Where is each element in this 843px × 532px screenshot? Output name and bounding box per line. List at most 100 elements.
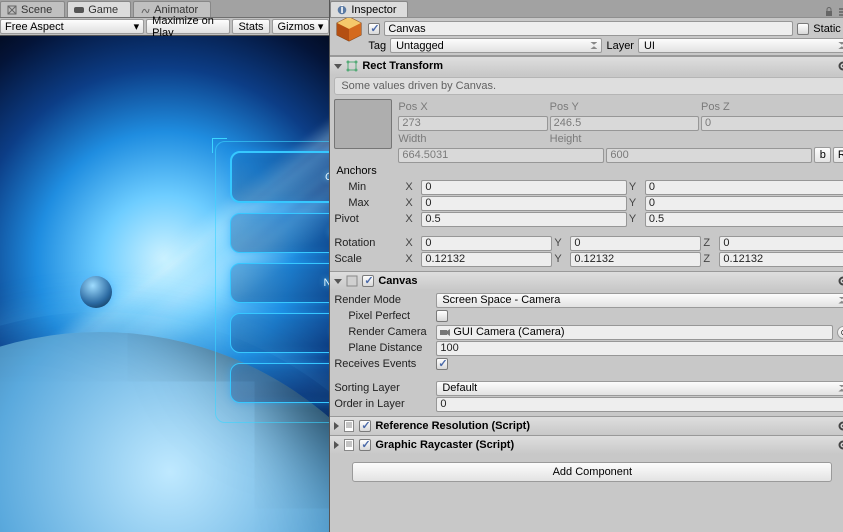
chevron-down-icon: ▾ (134, 20, 140, 33)
pivot-x[interactable] (421, 212, 627, 227)
posy-label: Pos Y (550, 101, 699, 113)
component-header[interactable]: Rect Transform (330, 57, 843, 75)
render-mode-label: Render Mode (334, 294, 434, 306)
gameobject-name-field[interactable] (384, 21, 793, 36)
y-label: Y (554, 237, 568, 249)
static-label: Static (813, 23, 841, 35)
rotation-z[interactable] (719, 236, 843, 251)
canvas-component: Canvas Render ModeScreen Space - Camera … (330, 271, 843, 416)
posx-field[interactable] (398, 116, 547, 131)
render-camera-field[interactable]: GUI Camera (Camera) (436, 325, 833, 340)
x-label: X (405, 213, 419, 225)
pivot-y[interactable] (645, 212, 843, 227)
gear-icon[interactable] (838, 275, 843, 287)
object-picker-icon[interactable]: ⊙ (837, 326, 843, 339)
component-enabled-checkbox[interactable] (362, 275, 374, 287)
gameobject-icon[interactable] (334, 18, 364, 44)
scene-icon (7, 5, 17, 15)
layer-value: UI (644, 40, 655, 52)
anchor-max-y[interactable] (645, 196, 843, 211)
gizmos-toggle[interactable]: Gizmos▾ (272, 19, 330, 34)
gear-icon[interactable] (838, 439, 843, 451)
anchor-min-y[interactable] (645, 180, 843, 195)
animator-icon (140, 5, 150, 15)
component-enabled-checkbox[interactable] (359, 439, 371, 451)
posy-field[interactable] (550, 116, 699, 131)
component-title: Graphic Raycaster (Script) (375, 439, 514, 451)
raw-edit-toggle[interactable]: R (833, 147, 843, 163)
rotation-label: Rotation (334, 237, 403, 249)
x-label: X (405, 253, 419, 265)
sorting-layer-dropdown[interactable]: Default (436, 381, 843, 396)
game-icon (74, 5, 84, 15)
camera-icon (440, 327, 450, 337)
tab-scene[interactable]: Scene (0, 1, 65, 17)
component-header[interactable]: Canvas (330, 272, 843, 290)
tag-label: Tag (368, 40, 386, 52)
stats-toggle[interactable]: Stats (232, 19, 269, 34)
component-title: Canvas (378, 275, 417, 287)
posx-label: Pos X (398, 101, 547, 113)
active-checkbox[interactable] (368, 23, 380, 35)
y-label: Y (629, 181, 643, 193)
component-header[interactable]: Reference Resolution (Script) (330, 417, 843, 435)
script-icon (343, 439, 355, 451)
canvas-icon (346, 275, 358, 287)
rotation-y[interactable] (570, 236, 701, 251)
tab-label: Inspector (351, 4, 396, 16)
anchors-label: Anchors (336, 165, 376, 177)
add-component-button[interactable]: Add Component (352, 462, 832, 482)
pixel-perfect-checkbox[interactable] (436, 310, 448, 322)
game-view: GUI Demo Continue New Game Settings Quit (0, 36, 329, 532)
min-label: Min (348, 181, 403, 193)
layer-dropdown[interactable]: UI (638, 38, 843, 53)
scale-y[interactable] (570, 252, 701, 267)
render-mode-dropdown[interactable]: Screen Space - Camera (436, 293, 843, 308)
reference-resolution-component: Reference Resolution (Script) (330, 416, 843, 435)
order-in-layer-label: Order in Layer (334, 398, 434, 410)
tab-inspector[interactable]: i Inspector (330, 1, 407, 17)
rect-transform-icon (346, 60, 358, 72)
receives-events-label: Receives Events (334, 358, 434, 370)
height-label: Height (550, 133, 699, 145)
maximize-on-play-toggle[interactable]: Maximize on Play (146, 19, 230, 34)
lock-icon[interactable] (824, 7, 834, 17)
tab-label: Game (88, 4, 118, 16)
static-checkbox[interactable] (797, 23, 809, 35)
plane-distance-field[interactable] (436, 341, 843, 356)
component-enabled-checkbox[interactable] (359, 420, 371, 432)
game-menu: GUI Demo Continue New Game Settings Quit (230, 151, 329, 413)
component-header[interactable]: Graphic Raycaster (Script) (330, 436, 843, 454)
posz-label: Pos Z (701, 101, 843, 113)
scale-x[interactable] (421, 252, 552, 267)
tag-dropdown[interactable]: Untagged (390, 38, 602, 53)
rotation-x[interactable] (421, 236, 552, 251)
gizmos-label: Gizmos (278, 21, 315, 33)
height-field[interactable] (606, 148, 812, 163)
z-label: Z (703, 253, 717, 265)
posz-field[interactable] (701, 116, 843, 131)
tab-game[interactable]: Game (67, 1, 131, 17)
anchor-min-x[interactable] (421, 180, 627, 195)
maximize-label: Maximize on Play (152, 15, 224, 39)
x-label: X (405, 181, 419, 193)
aspect-dropdown[interactable]: Free Aspect ▾ (0, 19, 144, 34)
panel-menu-icon[interactable] (838, 7, 843, 17)
width-field[interactable] (398, 148, 604, 163)
scale-z[interactable] (719, 252, 843, 267)
z-label: Z (703, 237, 717, 249)
gear-icon[interactable] (838, 60, 843, 72)
receives-events-checkbox[interactable] (436, 358, 448, 370)
gameobject-header: Static ▾ Tag Untagged Layer UI (330, 18, 843, 56)
order-in-layer-field[interactable] (436, 397, 843, 412)
anchor-max-x[interactable] (421, 196, 627, 211)
info-message: Some values driven by Canvas. (334, 77, 843, 95)
anchor-preset-button[interactable] (334, 99, 392, 149)
aspect-value: Free Aspect (5, 21, 64, 33)
game-toolbar: Free Aspect ▾ Maximize on Play Stats Giz… (0, 18, 329, 36)
blueprint-toggle[interactable]: b (814, 147, 831, 163)
component-title: Reference Resolution (Script) (375, 420, 530, 432)
gear-icon[interactable] (838, 420, 843, 432)
x-label: X (405, 237, 419, 249)
chevron-down-icon: ▾ (318, 20, 324, 33)
